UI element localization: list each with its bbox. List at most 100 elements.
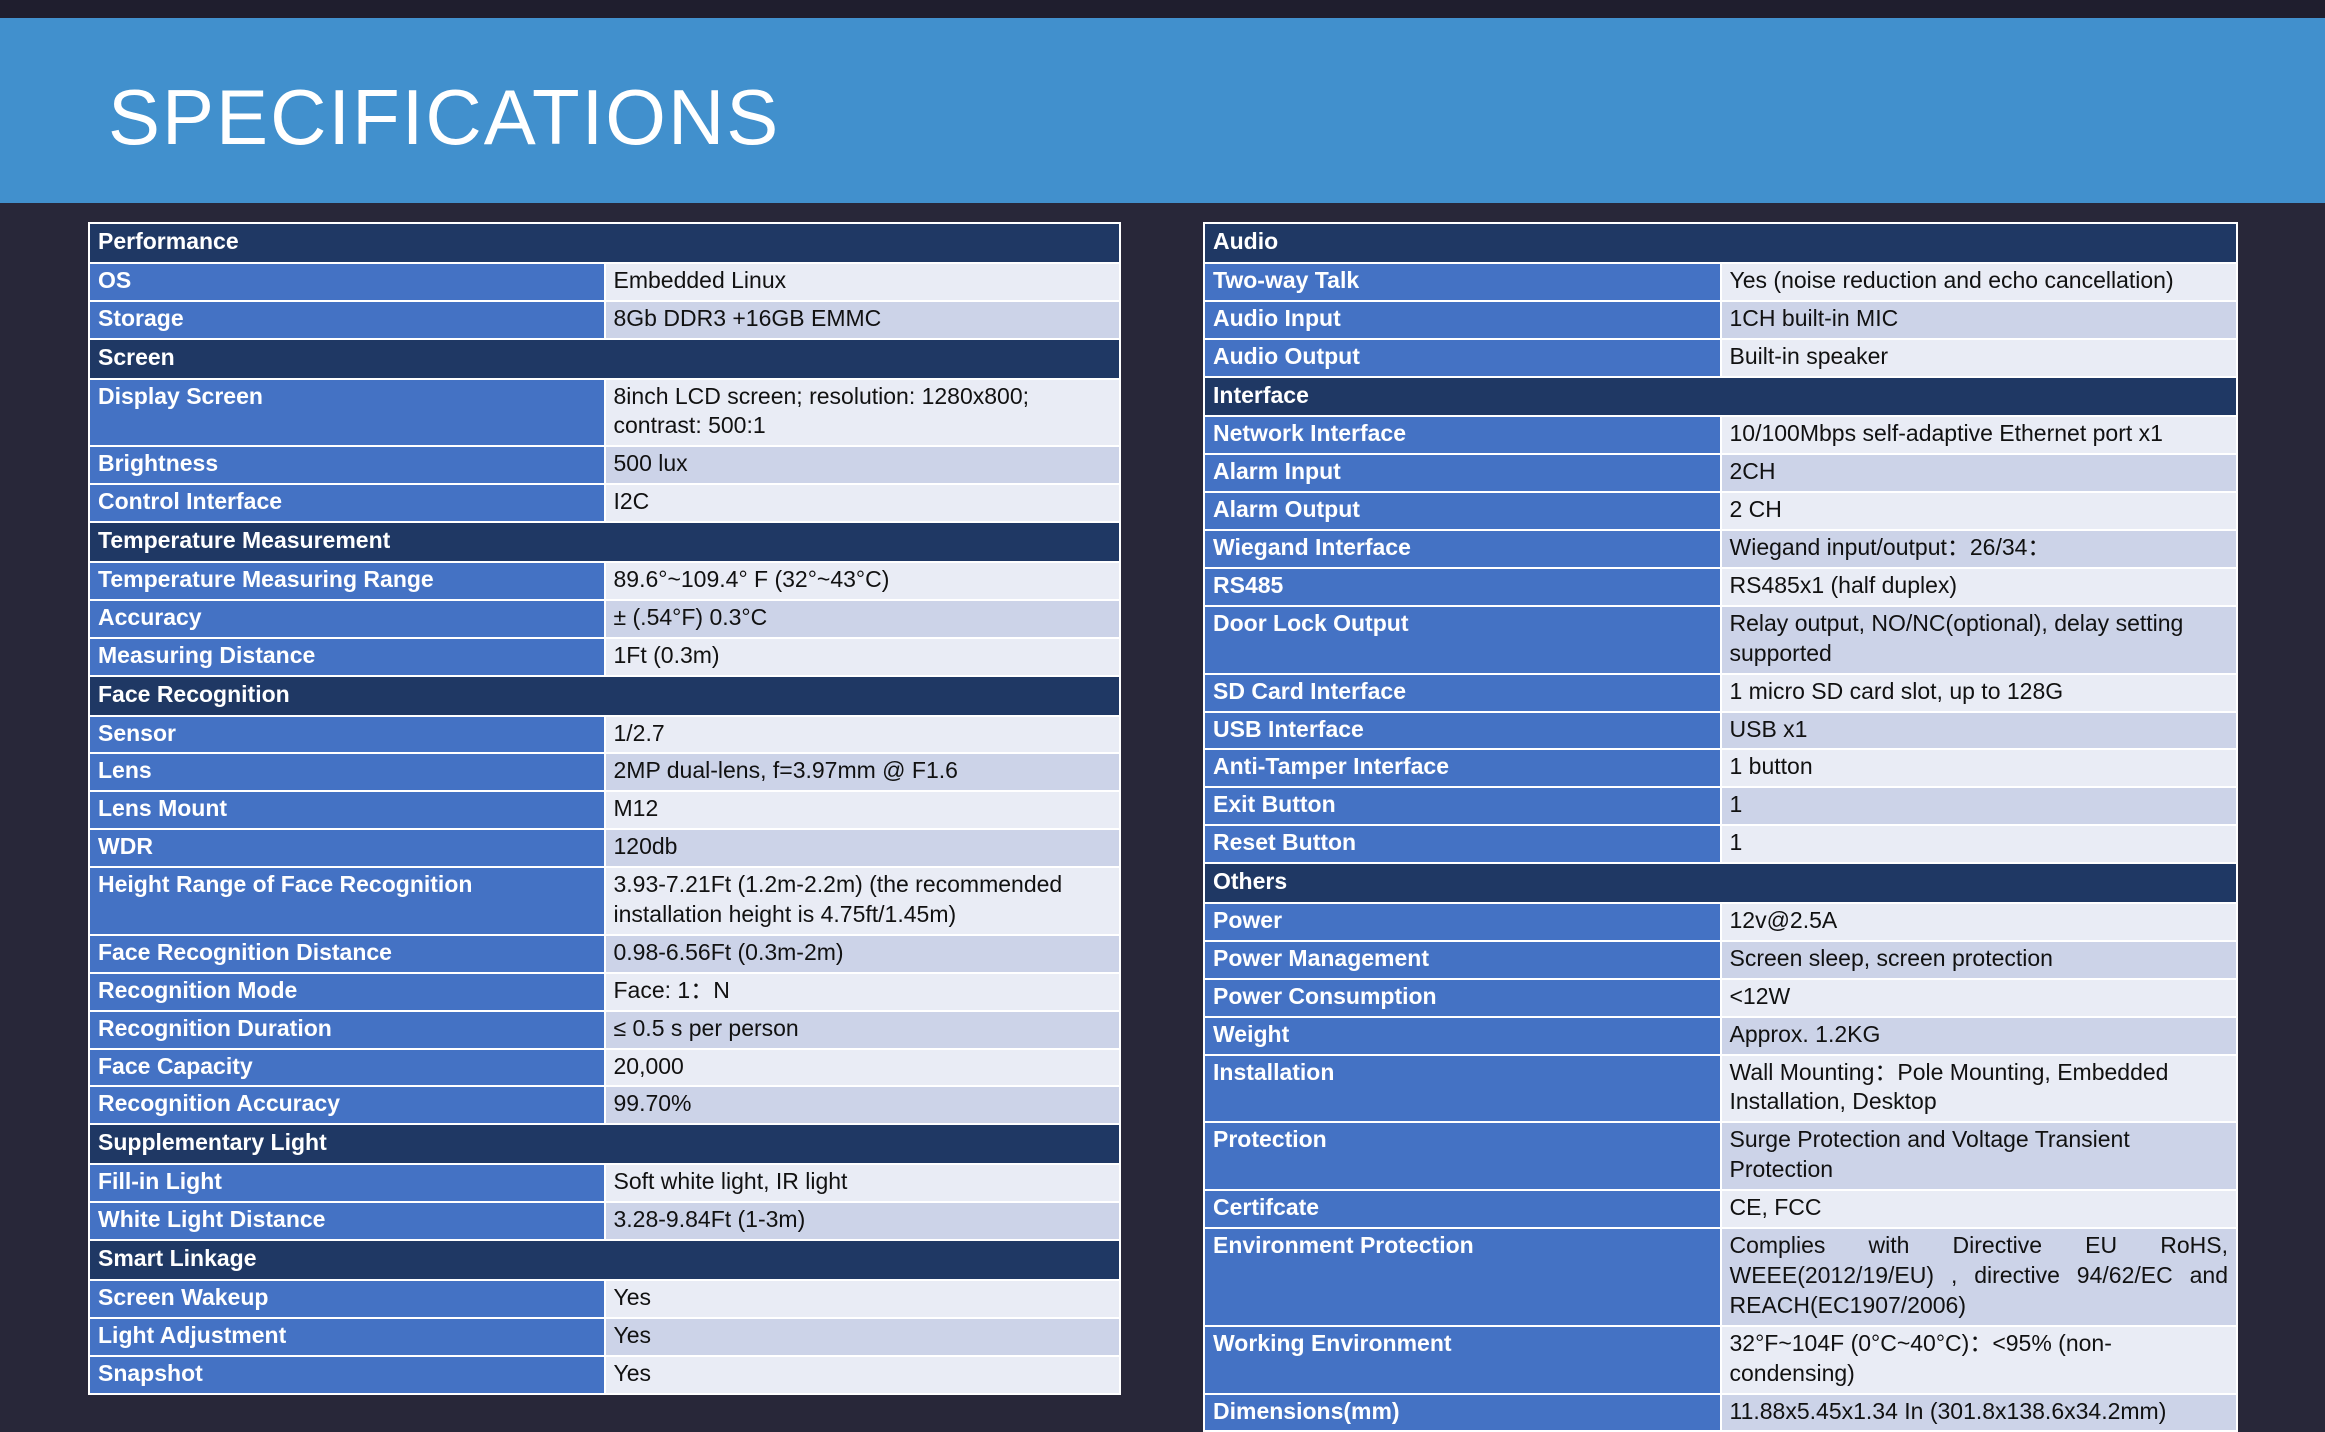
spec-value: 1 button xyxy=(1719,748,2238,789)
spec-row: Lens Mount M12 xyxy=(88,790,1121,831)
spec-value: CE, FCC xyxy=(1719,1189,2238,1230)
spec-label: Installation xyxy=(1203,1053,1722,1124)
spec-value: Wall Mounting：Pole Mounting, Embedded In… xyxy=(1719,1053,2238,1124)
spec-value: 2CH xyxy=(1719,453,2238,494)
section-title: Temperature Measurement xyxy=(88,521,1121,564)
spec-value: 1 xyxy=(1719,786,2238,827)
spec-label: Recognition Duration xyxy=(88,1009,606,1050)
spec-row: Alarm Output 2 CH xyxy=(1203,491,2238,532)
spec-value: Built-in speaker xyxy=(1719,337,2238,378)
spec-value: 1Ft (0.3m) xyxy=(603,636,1121,677)
spec-value: 8inch LCD screen; resolution: 1280x800; … xyxy=(603,377,1121,448)
spec-row: Face Recognition Distance 0.98-6.56Ft (0.… xyxy=(88,933,1121,974)
spec-row: Network Interface 10/100Mbps self-adaptiv… xyxy=(1203,415,2238,456)
spec-row: Control Interface I2C xyxy=(88,483,1121,524)
spec-row: Audio Input 1CH built-in MIC xyxy=(1203,299,2238,340)
section-header-row: Face Recognition xyxy=(88,674,1121,717)
spec-value: 10/100Mbps self-adaptive Ethernet port x… xyxy=(1719,415,2238,456)
spec-row: Reset Button 1 xyxy=(1203,824,2238,865)
spec-label: USB Interface xyxy=(1203,710,1722,751)
spec-label: Snapshot xyxy=(88,1354,606,1395)
spec-label: Lens xyxy=(88,752,606,793)
spec-value: Soft white light, IR light xyxy=(603,1163,1121,1204)
section-header-row: Supplementary Light xyxy=(88,1123,1121,1166)
spec-label: Lens Mount xyxy=(88,790,606,831)
spec-row: Exit Button 1 xyxy=(1203,786,2238,827)
spec-label: Weight xyxy=(1203,1015,1722,1056)
spec-row: Screen Wakeup Yes xyxy=(88,1278,1121,1319)
spec-label: Working Environment xyxy=(1203,1324,1722,1395)
left-spec-column: Performance OS Embedded Linux Storage 8Gb DD… xyxy=(88,222,1121,1395)
spec-value: 3.28-9.84Ft (1-3m) xyxy=(603,1201,1121,1242)
spec-row: Wiegand Interface Wiegand input/output：26… xyxy=(1203,529,2238,570)
spec-row: RS485 RS485x1 (half duplex) xyxy=(1203,567,2238,607)
spec-label: Wiegand Interface xyxy=(1203,529,1722,570)
spec-label: Two-way Talk xyxy=(1203,261,1722,302)
section-title: Face Recognition xyxy=(88,674,1121,717)
spec-row: Working Environment 32°F~104F (0°C~40°C)：… xyxy=(1203,1324,2238,1395)
spec-value: 20,000 xyxy=(603,1047,1121,1088)
spec-label: Dimensions(mm) xyxy=(1203,1392,1722,1432)
spec-row: Two-way Talk Yes (noise reduction and ech… xyxy=(1203,261,2238,302)
spec-row: Protection Surge Protection and Voltage T… xyxy=(1203,1121,2238,1192)
spec-label: RS485 xyxy=(1203,567,1722,607)
spec-value: 1/2.7 xyxy=(603,714,1121,755)
spec-value: Yes xyxy=(603,1278,1121,1319)
spec-label: Face Recognition Distance xyxy=(88,933,606,974)
spec-label: SD Card Interface xyxy=(1203,672,1722,713)
spec-value: 8Gb DDR3 +16GB EMMC xyxy=(603,299,1121,340)
section-title: Smart Linkage xyxy=(88,1239,1121,1281)
spec-row: Power Consumption <12W xyxy=(1203,977,2238,1018)
spec-value: 3.93-7.21Ft (1.2m-2.2m) (the recommended… xyxy=(603,866,1121,936)
spec-value: USB x1 xyxy=(1719,710,2238,751)
spec-value: 500 lux xyxy=(603,445,1121,486)
spec-value: <12W xyxy=(1719,977,2238,1018)
spec-label: Door Lock Output xyxy=(1203,604,1722,675)
spec-row: WDR 120db xyxy=(88,828,1121,869)
spec-value: Face: 1：N xyxy=(603,971,1121,1012)
spec-value: I2C xyxy=(603,483,1121,524)
spec-value: Relay output, NO/NC(optional), delay set… xyxy=(1719,604,2238,675)
spec-label: Audio Output xyxy=(1203,337,1722,378)
slide-root: SPECIFICATIONS Performance OS Embedded Lin… xyxy=(0,0,2325,1432)
spec-value: 2 CH xyxy=(1719,491,2238,532)
spec-value: Approx. 1.2KG xyxy=(1719,1015,2238,1056)
spec-label: OS xyxy=(88,261,606,302)
spec-label: Measuring Distance xyxy=(88,636,606,677)
spec-label: Audio Input xyxy=(1203,299,1722,340)
section-header-row: Others xyxy=(1203,862,2238,905)
spec-value: ± (.54°F) 0.3°C xyxy=(603,598,1121,639)
spec-label: Screen Wakeup xyxy=(88,1278,606,1319)
spec-label: Recognition Accuracy xyxy=(88,1085,606,1126)
spec-row: Recognition Duration ≤ 0.5 s per person xyxy=(88,1009,1121,1050)
spec-row: Face Capacity 20,000 xyxy=(88,1047,1121,1088)
spec-row: Door Lock Output Relay output, NO/NC(opti… xyxy=(1203,604,2238,675)
spec-row: Audio Output Built-in speaker xyxy=(1203,337,2238,378)
spec-row: Sensor 1/2.7 xyxy=(88,714,1121,755)
spec-label: Recognition Mode xyxy=(88,971,606,1012)
spec-label: Exit Button xyxy=(1203,786,1722,827)
top-strip xyxy=(0,0,2325,18)
spec-label: Light Adjustment xyxy=(88,1316,606,1357)
title-banner: SPECIFICATIONS xyxy=(0,18,2325,203)
spec-value: 11.88x5.45x1.34 In (301.8x138.6x34.2mm) xyxy=(1719,1392,2238,1432)
spec-label: Height Range of Face Recognition xyxy=(88,866,606,936)
spec-label: Reset Button xyxy=(1203,824,1722,865)
spec-label: Power Management xyxy=(1203,939,1722,980)
spec-label: Storage xyxy=(88,299,606,340)
spec-value-line: 32°F~104F (0°C~40°C)： xyxy=(1729,1329,1993,1356)
right-spec-column: Audio Two-way Talk Yes (noise reduction an… xyxy=(1203,222,2238,1432)
spec-value: 120db xyxy=(603,828,1121,869)
spec-value: 1 micro SD card slot, up to 128G xyxy=(1719,672,2238,713)
spec-label: Accuracy xyxy=(88,598,606,639)
section-title: Screen xyxy=(88,337,1121,380)
spec-label: Sensor xyxy=(88,714,606,755)
spec-value: 1CH built-in MIC xyxy=(1719,299,2238,340)
spec-label: White Light Distance xyxy=(88,1201,606,1242)
spec-value: 32°F~104F (0°C~40°C)：<95% (non-condensin… xyxy=(1719,1324,2238,1395)
spec-label: WDR xyxy=(88,828,606,869)
spec-value: Surge Protection and Voltage Transient P… xyxy=(1719,1121,2238,1192)
spec-row: Display Screen 8inch LCD screen; resoluti… xyxy=(88,377,1121,448)
spec-label: Temperature Measuring Range xyxy=(88,561,606,601)
spec-value: Yes xyxy=(603,1316,1121,1357)
